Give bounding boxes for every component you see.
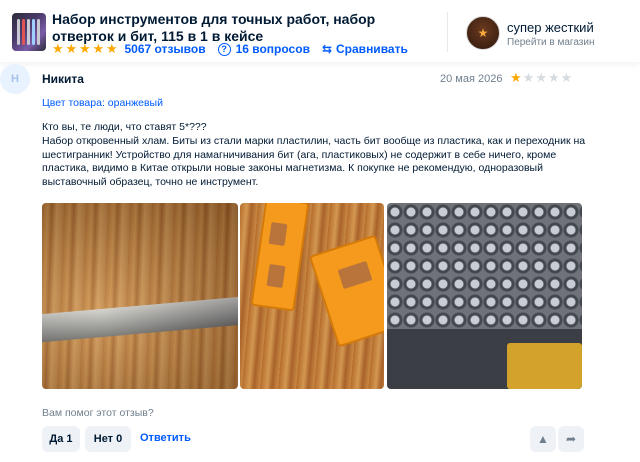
share-icon[interactable]: ➦ bbox=[558, 426, 584, 452]
review-date: 20 мая 2026 bbox=[440, 73, 503, 85]
plastic-part bbox=[250, 203, 310, 312]
review-author: Никита bbox=[42, 72, 84, 86]
shop-logo[interactable]: ★ bbox=[466, 16, 500, 50]
helpful-no-button[interactable]: Нет 0 bbox=[85, 426, 131, 452]
review-rating: ★ ★ ★ ★ ★ bbox=[510, 71, 573, 84]
photo-shade bbox=[42, 203, 238, 389]
product-color: Цвет товара: оранжевый bbox=[42, 97, 163, 109]
star-icon: ★ bbox=[52, 41, 64, 56]
star-icon: ★ bbox=[535, 70, 547, 85]
shop-name[interactable]: супер жесткий bbox=[507, 20, 594, 35]
review-photo-plastic-parts[interactable] bbox=[240, 203, 384, 389]
header-divider bbox=[447, 12, 448, 52]
reviews-count-link[interactable]: 5067 отзывов bbox=[125, 42, 206, 56]
questions-link[interactable]: 16 вопросов bbox=[236, 42, 310, 56]
avatar: Н bbox=[0, 64, 30, 94]
reply-link[interactable]: Ответить bbox=[140, 432, 191, 444]
product-title[interactable]: Набор инструментов для точных работ, наб… bbox=[52, 11, 432, 45]
bit-grid bbox=[387, 203, 582, 333]
star-icon: ★ bbox=[92, 41, 105, 56]
part-hole bbox=[266, 263, 286, 289]
question-icon: ? bbox=[217, 42, 231, 56]
helpful-question: Вам помог этот отзыв? bbox=[42, 407, 154, 419]
helpful-yes-button[interactable]: Да 1 bbox=[42, 426, 80, 452]
product-header: Набор инструментов для точных работ, наб… bbox=[0, 0, 640, 62]
case-compartment bbox=[507, 343, 582, 389]
star-icon: ★ bbox=[522, 70, 535, 85]
star-icon: ★ bbox=[510, 70, 522, 85]
star-icon: ★ bbox=[106, 41, 118, 56]
go-to-shop-link[interactable]: Перейти в магазин bbox=[507, 37, 595, 48]
star-icon: ★ bbox=[65, 41, 78, 56]
review-photo-bit-set[interactable] bbox=[387, 203, 582, 389]
review-photo-bit[interactable] bbox=[42, 203, 238, 389]
product-meta: ★ ★ ★ ★ ★ 5067 отзывов ? 16 вопросов ⇆ С… bbox=[52, 42, 408, 56]
star-icon: ★ bbox=[79, 41, 91, 56]
plastic-part bbox=[308, 234, 384, 348]
review-text: Кто вы, те люди, что ставят 5*??? Набор о… bbox=[42, 121, 586, 189]
compare-icon: ⇆ bbox=[321, 42, 333, 56]
star-icon: ★ bbox=[560, 70, 573, 85]
star-icon: ★ bbox=[547, 70, 560, 85]
report-icon[interactable]: ▲ bbox=[530, 426, 556, 452]
compare-link[interactable]: Сравнивать bbox=[336, 42, 408, 56]
product-thumbnail[interactable] bbox=[12, 13, 46, 51]
part-hole bbox=[268, 221, 288, 247]
